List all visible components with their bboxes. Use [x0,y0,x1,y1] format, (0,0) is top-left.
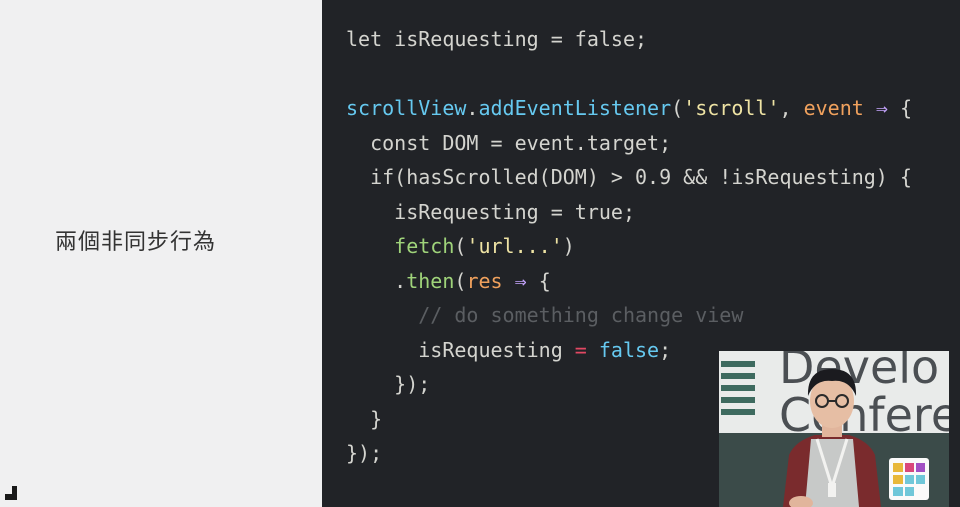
code-line: .then(res ⇒ { [346,264,912,299]
code-line: fetch('url...') [346,229,912,264]
code-line: let isRequesting = false; [346,22,912,57]
code-token: fetch [394,234,455,258]
speaker-figure [783,369,881,507]
code-token: then [406,268,455,293]
corner-logo-icon [5,486,17,500]
code-token: , [779,96,804,120]
code-token: . [346,268,407,293]
slide-left-pane: 兩個非同步行為 [0,0,322,507]
code-token: // do something change view [346,303,744,327]
code-token: }); [346,441,383,465]
code-line: isRequesting = true; [346,195,912,230]
code-token: ( [454,234,467,258]
code-token: . [466,96,479,120]
code-token: event [803,96,864,120]
code-token: { [538,268,551,293]
conference-logo-icon [719,357,757,419]
code-token: false [598,337,660,362]
code-token: ⇒ [502,268,539,293]
code-token: ( [454,268,467,293]
code-token: addEventListener [478,96,672,120]
code-token: = [574,337,587,362]
code-token: res [466,268,503,293]
code-token: }); [346,372,431,396]
code-token: isRequesting [346,337,575,362]
code-token: isRequesting = true; [346,199,635,224]
code-token: scrollView [346,96,467,120]
code-token: 'url...' [466,234,563,258]
event-badge-icon [889,458,929,500]
code-token: { [899,96,912,120]
code-token: ) [562,234,575,258]
code-line: if(hasScrolled(DOM) > 0.9 && !isRequesti… [346,160,912,195]
speaker-video: Develo Confere [719,351,949,507]
code-token: } [346,406,383,431]
code-line: const DOM = event.target; [346,126,912,161]
slide-heading: 兩個非同步行為 [55,230,217,255]
code-token: ; [659,337,672,362]
code-token: const DOM = event.target; [346,130,672,155]
code-token: let isRequesting = false; [346,27,648,51]
code-token: ( [671,96,684,120]
code-token: 'scroll' [683,96,780,120]
code-line: // do something change view [346,298,912,333]
code-line: scrollView.addEventListener('scroll', ev… [346,91,912,126]
code-token: ⇒ [863,96,900,120]
code-token: if(hasScrolled(DOM) > 0.9 && !isRequesti… [346,165,912,189]
